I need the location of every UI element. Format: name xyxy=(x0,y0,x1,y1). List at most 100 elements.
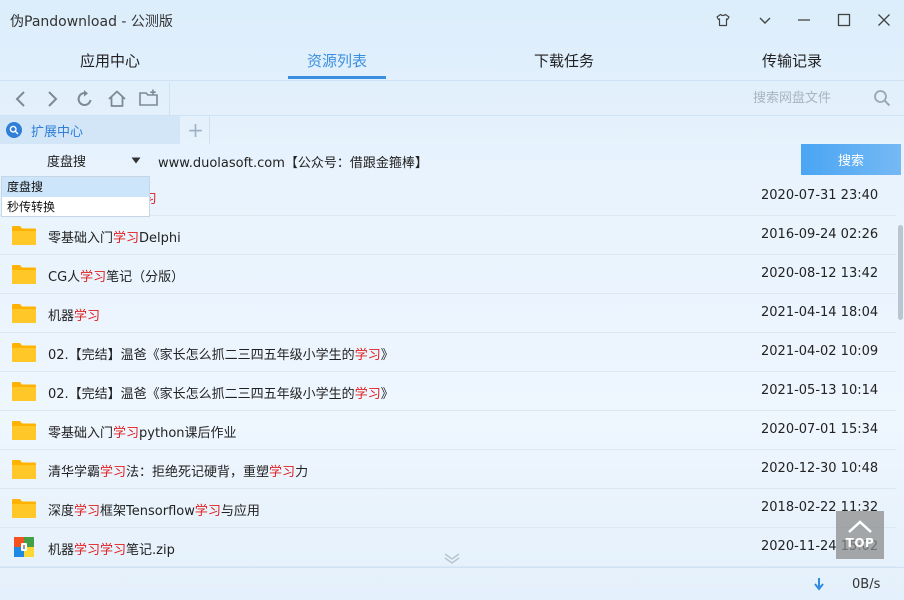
new-folder-icon xyxy=(139,89,158,106)
skin-button[interactable] xyxy=(709,6,737,34)
file-name-part: Delphi xyxy=(139,231,181,246)
engine-select[interactable]: 度盘搜 xyxy=(0,145,148,175)
file-name: 机器学习学习笔记.zip xyxy=(48,539,175,558)
file-name: 机器学习 xyxy=(48,305,100,324)
app-window: 伪Pandownload - 公测版 应用中心 资源列表 下载任务 传输记录 搜… xyxy=(0,0,904,600)
folder-icon xyxy=(12,225,36,245)
folder-icon xyxy=(12,498,36,518)
resource-search-row: 度盘搜 www.duolasoft.com【公众号：借跟金箍棒】 搜索 xyxy=(0,144,904,176)
window-title: 伪Pandownload - 公测版 xyxy=(10,14,173,30)
file-name: 清华学霸学习法：拒绝死记硬背，重塑学习力 xyxy=(48,461,308,480)
shirt-icon xyxy=(716,13,730,27)
file-list: 深度学习-机器学习2020-07-31 23:40零基础入门学习Delphi20… xyxy=(0,177,896,567)
home-icon xyxy=(108,90,126,107)
file-row[interactable]: 02.【完结】温爸《家长怎么抓二三四五年级小学生的学习》 2021-04-02 1… xyxy=(0,333,896,372)
disk-search-box xyxy=(744,84,900,112)
forward-icon xyxy=(48,91,58,107)
highlight-keyword: 学习 xyxy=(269,465,296,480)
tab-resource-list[interactable]: 资源列表 xyxy=(288,40,386,80)
folder-icon xyxy=(12,264,36,284)
folder-icon xyxy=(12,459,36,479)
file-name-part: 零基础入门 xyxy=(48,231,114,246)
file-name-part: CG人 xyxy=(48,270,81,285)
file-name-part: 02.【完结】温爸《家长怎么抓二三四五年级小学生的 xyxy=(48,387,355,402)
refresh-icon xyxy=(77,90,92,106)
add-tab-button[interactable]: + xyxy=(182,116,210,144)
file-row[interactable]: 02.【完结】温爸《家长怎么抓二三四五年级小学生的学习》 2021-05-13 1… xyxy=(0,372,896,411)
page-tab-strip: 扩展中心 + xyxy=(0,115,904,144)
file-row[interactable]: 深度学习框架Tensorflow学习与应用 2018-02-22 11:32 xyxy=(0,489,896,528)
highlight-keyword: 学习 xyxy=(80,270,107,285)
scrollbar-thumb[interactable] xyxy=(898,225,903,320)
file-name-part: 机器 xyxy=(48,309,75,324)
file-date: 2020-07-01 15:34 xyxy=(761,422,879,437)
maximize-icon xyxy=(837,13,851,27)
file-name-part: 》 xyxy=(380,348,394,363)
file-name-part: 深度 xyxy=(48,504,75,519)
folder-icon xyxy=(12,381,36,401)
back-to-top-button[interactable]: TOP xyxy=(836,511,884,559)
file-name: 零基础入门学习python课后作业 xyxy=(48,422,237,441)
file-row[interactable]: 零基础入门学习Delphi 2016-09-24 02:26 xyxy=(0,216,896,255)
highlight-keyword: 学习 xyxy=(194,504,221,519)
tab-extension-center[interactable]: 扩展中心 xyxy=(0,116,180,144)
tab-label: 下载任务 xyxy=(533,51,594,70)
file-date: 2020-07-31 23:40 xyxy=(761,188,879,203)
file-name: 深度学习框架Tensorflow学习与应用 xyxy=(48,500,260,519)
file-name-part: 02.【完结】温爸《家长怎么抓二三四五年级小学生的 xyxy=(48,348,355,363)
close-button[interactable] xyxy=(870,6,898,34)
dropdown-option[interactable]: 度盘搜 xyxy=(2,177,149,197)
folder-icon xyxy=(12,420,36,440)
file-date: 2020-12-30 10:48 xyxy=(761,461,879,476)
file-row[interactable]: 零基础入门学习python课后作业 2020-07-01 15:34 xyxy=(0,411,896,450)
tab-download-tasks[interactable]: 下载任务 xyxy=(524,40,604,80)
dropdown-option[interactable]: 秒传转换 xyxy=(2,197,149,217)
file-row[interactable]: CG人学习笔记（分版） 2020-08-12 13:42 xyxy=(0,255,896,294)
chevron-down-icon xyxy=(759,17,771,24)
file-name-part: 》 xyxy=(380,387,394,402)
toolbar-divider xyxy=(169,83,170,115)
maximize-button[interactable] xyxy=(830,6,858,34)
file-name-part: 笔记.zip xyxy=(126,543,175,558)
file-name-part: python课后作业 xyxy=(139,426,237,441)
file-date: 2016-09-24 02:26 xyxy=(761,227,879,242)
search-icon[interactable] xyxy=(873,89,891,107)
menu-dropdown-button[interactable] xyxy=(751,6,779,34)
engine-dropdown-menu: 度盘搜 秒传转换 xyxy=(1,176,150,217)
minimize-button[interactable] xyxy=(790,6,818,34)
chevron-down-icon[interactable] xyxy=(443,552,461,564)
tab-transfer-records[interactable]: 传输记录 xyxy=(752,40,832,80)
highlight-keyword: 学习 xyxy=(100,465,127,480)
top-label: TOP xyxy=(845,536,875,550)
search-icon xyxy=(6,122,22,138)
highlight-keyword: 学习 xyxy=(100,543,127,558)
search-button[interactable]: 搜索 xyxy=(801,144,901,175)
new-folder-button[interactable] xyxy=(136,86,162,112)
folder-icon xyxy=(12,342,36,362)
caret-down-icon xyxy=(131,157,141,164)
forward-button[interactable] xyxy=(39,86,65,112)
file-name: 零基础入门学习Delphi xyxy=(48,227,181,246)
arrow-up-icon xyxy=(848,520,872,533)
highlight-keyword: 学习 xyxy=(74,543,101,558)
file-row[interactable]: 清华学霸学习法：拒绝死记硬背，重塑学习力 2020-12-30 10:48 xyxy=(0,450,896,489)
file-name-part: 机器 xyxy=(48,543,75,558)
tab-app-center[interactable]: 应用中心 xyxy=(70,40,150,80)
refresh-button[interactable] xyxy=(72,86,98,112)
file-name: 02.【完结】温爸《家长怎么抓二三四五年级小学生的学习》 xyxy=(48,383,394,402)
file-name-part: 清华学霸 xyxy=(48,465,101,480)
file-date: 2021-04-02 10:09 xyxy=(761,344,879,359)
file-name: CG人学习笔记（分版） xyxy=(48,266,184,285)
search-query-input[interactable]: www.duolasoft.com【公众号：借跟金箍棒】 xyxy=(158,152,428,171)
file-row[interactable]: 机器学习 2021-04-14 18:04 xyxy=(0,294,896,333)
file-list-scrollbar[interactable] xyxy=(896,177,904,567)
active-tab-indicator xyxy=(288,76,386,79)
back-icon xyxy=(15,91,25,107)
file-name-part: 零基础入门 xyxy=(48,426,114,441)
file-name-part: 法：拒绝死记硬背，重塑 xyxy=(126,465,270,480)
file-date: 2021-04-14 18:04 xyxy=(761,305,879,320)
download-arrow-icon xyxy=(814,578,824,591)
home-button[interactable] xyxy=(104,86,130,112)
file-name: 02.【完结】温爸《家长怎么抓二三四五年级小学生的学习》 xyxy=(48,344,394,363)
back-button[interactable] xyxy=(8,86,34,112)
